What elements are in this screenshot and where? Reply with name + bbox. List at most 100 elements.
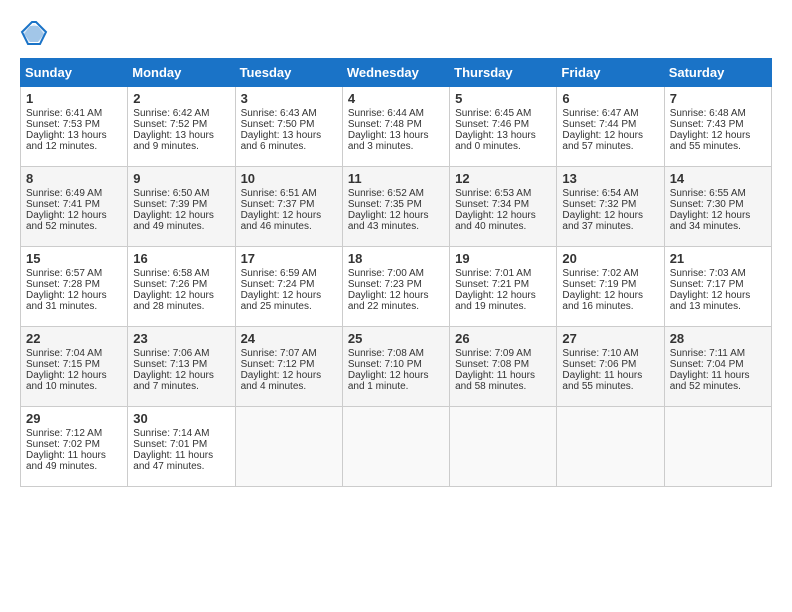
sunset-text: Sunset: 7:35 PM — [348, 199, 422, 210]
sunset-text: Sunset: 7:26 PM — [133, 279, 207, 290]
daylight-text: Daylight: 12 hours and 22 minutes. — [348, 290, 429, 312]
sunrise-text: Sunrise: 6:44 AM — [348, 108, 424, 119]
daylight-text: Daylight: 12 hours and 28 minutes. — [133, 290, 214, 312]
day-header-monday: Monday — [128, 59, 235, 87]
day-number: 29 — [26, 411, 122, 426]
day-number: 7 — [670, 91, 766, 106]
day-number: 3 — [241, 91, 337, 106]
sunrise-text: Sunrise: 7:10 AM — [562, 348, 638, 359]
sunrise-text: Sunrise: 7:00 AM — [348, 268, 424, 279]
calendar-cell: 16 Sunrise: 6:58 AM Sunset: 7:26 PM Dayl… — [128, 247, 235, 327]
sunrise-text: Sunrise: 6:47 AM — [562, 108, 638, 119]
sunrise-text: Sunrise: 6:58 AM — [133, 268, 209, 279]
daylight-text: Daylight: 12 hours and 19 minutes. — [455, 290, 536, 312]
calendar-cell — [557, 407, 664, 487]
sunset-text: Sunset: 7:21 PM — [455, 279, 529, 290]
daylight-text: Daylight: 13 hours and 9 minutes. — [133, 130, 214, 152]
sunrise-text: Sunrise: 7:01 AM — [455, 268, 531, 279]
calendar-cell: 24 Sunrise: 7:07 AM Sunset: 7:12 PM Dayl… — [235, 327, 342, 407]
daylight-text: Daylight: 12 hours and 52 minutes. — [26, 210, 107, 232]
calendar-cell: 10 Sunrise: 6:51 AM Sunset: 7:37 PM Dayl… — [235, 167, 342, 247]
sunset-text: Sunset: 7:39 PM — [133, 199, 207, 210]
day-number: 21 — [670, 251, 766, 266]
logo-icon — [20, 20, 48, 48]
sunrise-text: Sunrise: 6:53 AM — [455, 188, 531, 199]
sunrise-text: Sunrise: 6:43 AM — [241, 108, 317, 119]
calendar-cell: 29 Sunrise: 7:12 AM Sunset: 7:02 PM Dayl… — [21, 407, 128, 487]
daylight-text: Daylight: 12 hours and 55 minutes. — [670, 130, 751, 152]
sunset-text: Sunset: 7:48 PM — [348, 119, 422, 130]
sunrise-text: Sunrise: 7:02 AM — [562, 268, 638, 279]
day-number: 16 — [133, 251, 229, 266]
calendar-cell: 17 Sunrise: 6:59 AM Sunset: 7:24 PM Dayl… — [235, 247, 342, 327]
calendar-cell: 8 Sunrise: 6:49 AM Sunset: 7:41 PM Dayli… — [21, 167, 128, 247]
calendar-cell — [450, 407, 557, 487]
calendar-week-row: 1 Sunrise: 6:41 AM Sunset: 7:53 PM Dayli… — [21, 87, 772, 167]
calendar-week-row: 8 Sunrise: 6:49 AM Sunset: 7:41 PM Dayli… — [21, 167, 772, 247]
calendar-cell: 5 Sunrise: 6:45 AM Sunset: 7:46 PM Dayli… — [450, 87, 557, 167]
daylight-text: Daylight: 12 hours and 4 minutes. — [241, 370, 322, 392]
daylight-text: Daylight: 12 hours and 43 minutes. — [348, 210, 429, 232]
day-number: 6 — [562, 91, 658, 106]
calendar-table: SundayMondayTuesdayWednesdayThursdayFrid… — [20, 58, 772, 487]
calendar-cell: 15 Sunrise: 6:57 AM Sunset: 7:28 PM Dayl… — [21, 247, 128, 327]
calendar-cell: 9 Sunrise: 6:50 AM Sunset: 7:39 PM Dayli… — [128, 167, 235, 247]
day-number: 25 — [348, 331, 444, 346]
sunset-text: Sunset: 7:02 PM — [26, 439, 100, 450]
calendar-cell: 1 Sunrise: 6:41 AM Sunset: 7:53 PM Dayli… — [21, 87, 128, 167]
calendar-cell: 11 Sunrise: 6:52 AM Sunset: 7:35 PM Dayl… — [342, 167, 449, 247]
sunrise-text: Sunrise: 7:11 AM — [670, 348, 745, 359]
calendar-cell: 22 Sunrise: 7:04 AM Sunset: 7:15 PM Dayl… — [21, 327, 128, 407]
calendar-cell: 25 Sunrise: 7:08 AM Sunset: 7:10 PM Dayl… — [342, 327, 449, 407]
daylight-text: Daylight: 12 hours and 1 minute. — [348, 370, 429, 392]
day-number: 4 — [348, 91, 444, 106]
sunset-text: Sunset: 7:30 PM — [670, 199, 744, 210]
calendar-cell: 26 Sunrise: 7:09 AM Sunset: 7:08 PM Dayl… — [450, 327, 557, 407]
sunrise-text: Sunrise: 6:45 AM — [455, 108, 531, 119]
daylight-text: Daylight: 11 hours and 47 minutes. — [133, 450, 213, 472]
day-number: 18 — [348, 251, 444, 266]
sunrise-text: Sunrise: 7:07 AM — [241, 348, 317, 359]
daylight-text: Daylight: 11 hours and 58 minutes. — [455, 370, 535, 392]
day-number: 14 — [670, 171, 766, 186]
daylight-text: Daylight: 11 hours and 49 minutes. — [26, 450, 106, 472]
calendar-cell — [342, 407, 449, 487]
sunset-text: Sunset: 7:08 PM — [455, 359, 529, 370]
day-number: 11 — [348, 171, 444, 186]
day-number: 28 — [670, 331, 766, 346]
day-header-sunday: Sunday — [21, 59, 128, 87]
calendar-cell: 18 Sunrise: 7:00 AM Sunset: 7:23 PM Dayl… — [342, 247, 449, 327]
daylight-text: Daylight: 13 hours and 12 minutes. — [26, 130, 107, 152]
sunset-text: Sunset: 7:34 PM — [455, 199, 529, 210]
calendar-week-row: 22 Sunrise: 7:04 AM Sunset: 7:15 PM Dayl… — [21, 327, 772, 407]
day-number: 22 — [26, 331, 122, 346]
sunrise-text: Sunrise: 6:59 AM — [241, 268, 317, 279]
calendar-cell: 4 Sunrise: 6:44 AM Sunset: 7:48 PM Dayli… — [342, 87, 449, 167]
sunrise-text: Sunrise: 6:48 AM — [670, 108, 746, 119]
calendar-cell: 6 Sunrise: 6:47 AM Sunset: 7:44 PM Dayli… — [557, 87, 664, 167]
sunrise-text: Sunrise: 6:49 AM — [26, 188, 102, 199]
calendar-cell: 28 Sunrise: 7:11 AM Sunset: 7:04 PM Dayl… — [664, 327, 771, 407]
calendar-cell: 30 Sunrise: 7:14 AM Sunset: 7:01 PM Dayl… — [128, 407, 235, 487]
sunset-text: Sunset: 7:53 PM — [26, 119, 100, 130]
logo — [20, 20, 52, 48]
sunset-text: Sunset: 7:46 PM — [455, 119, 529, 130]
sunrise-text: Sunrise: 7:04 AM — [26, 348, 102, 359]
day-number: 20 — [562, 251, 658, 266]
sunset-text: Sunset: 7:43 PM — [670, 119, 744, 130]
sunset-text: Sunset: 7:23 PM — [348, 279, 422, 290]
day-number: 12 — [455, 171, 551, 186]
daylight-text: Daylight: 12 hours and 46 minutes. — [241, 210, 322, 232]
calendar-cell: 12 Sunrise: 6:53 AM Sunset: 7:34 PM Dayl… — [450, 167, 557, 247]
daylight-text: Daylight: 12 hours and 10 minutes. — [26, 370, 107, 392]
sunset-text: Sunset: 7:12 PM — [241, 359, 315, 370]
calendar-cell: 7 Sunrise: 6:48 AM Sunset: 7:43 PM Dayli… — [664, 87, 771, 167]
daylight-text: Daylight: 11 hours and 55 minutes. — [562, 370, 642, 392]
calendar-cell: 20 Sunrise: 7:02 AM Sunset: 7:19 PM Dayl… — [557, 247, 664, 327]
sunset-text: Sunset: 7:17 PM — [670, 279, 744, 290]
sunrise-text: Sunrise: 7:03 AM — [670, 268, 746, 279]
page-header — [20, 20, 772, 48]
sunset-text: Sunset: 7:15 PM — [26, 359, 100, 370]
sunrise-text: Sunrise: 7:09 AM — [455, 348, 531, 359]
sunrise-text: Sunrise: 6:55 AM — [670, 188, 746, 199]
